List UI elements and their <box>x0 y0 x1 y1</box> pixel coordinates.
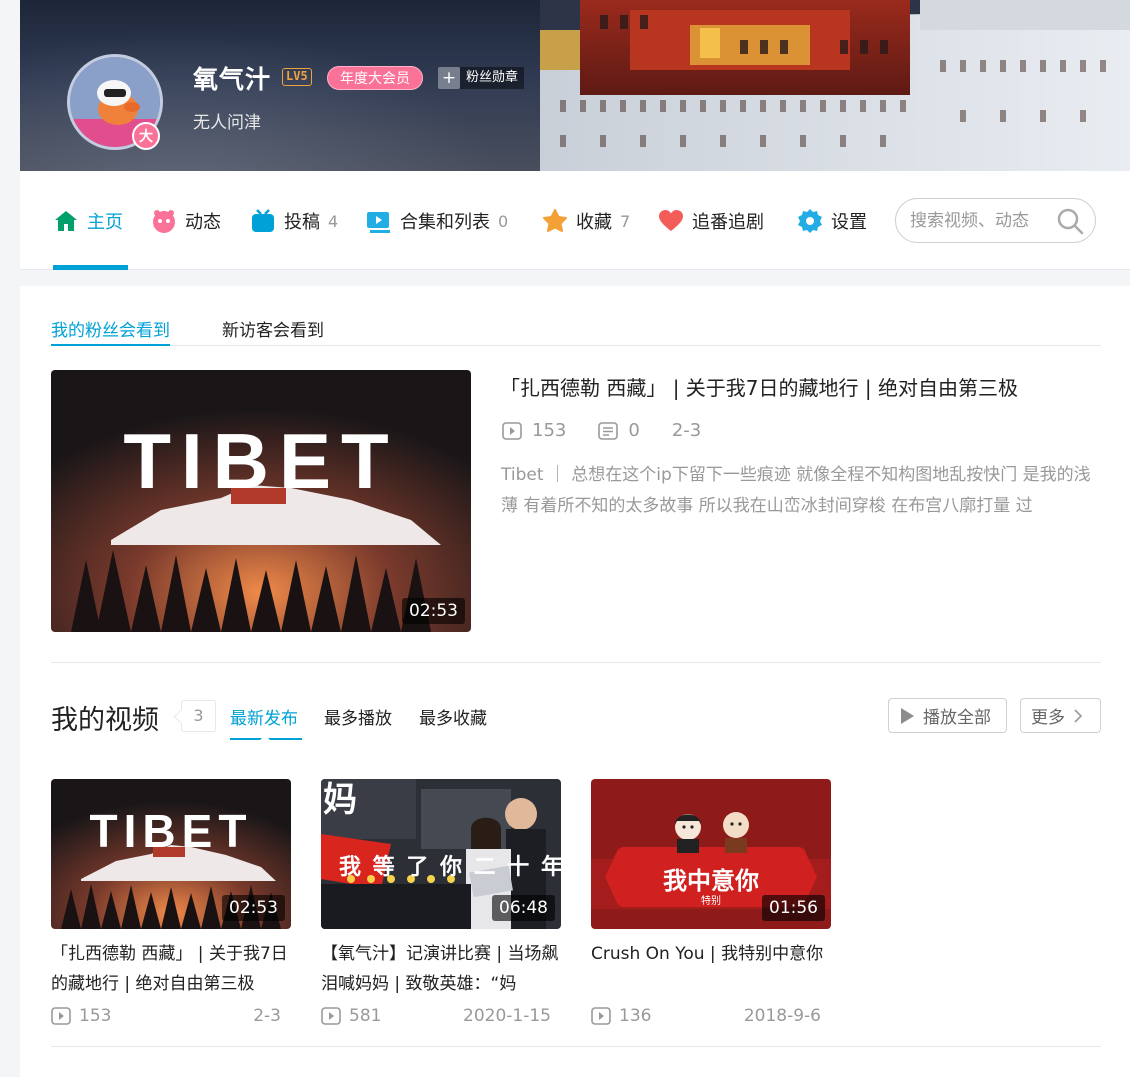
main-content: 我的粉丝会看到 新访客会看到 TIBET 02:53 「扎西德勒 西藏」 | 关… <box>20 286 1130 1077</box>
play-count-icon <box>502 421 522 440</box>
my-videos-count: 3 <box>181 700 216 732</box>
my-videos-title: 我的视频 <box>51 705 159 736</box>
search-icon[interactable] <box>1056 207 1084 235</box>
video-title[interactable]: 【氧气汁】记演讲比赛 | 当场飙泪喊妈妈 | 致敬英雄：“妈 <box>321 939 561 999</box>
tab-latest[interactable]: 最新发布 <box>230 704 302 740</box>
play-icon <box>901 707 914 724</box>
featured-tabs: 我的粉丝会看到 新访客会看到 <box>51 316 1101 346</box>
nav-settings[interactable]: 设置 <box>797 207 867 235</box>
featured-duration: 02:53 <box>402 598 465 624</box>
nav-upload-label: 投稿 <box>284 212 320 233</box>
nav-dynamic-label: 动态 <box>185 212 221 233</box>
comment-icon <box>598 421 619 440</box>
heart-icon <box>658 208 684 234</box>
nav-collections-label: 合集和列表 <box>400 212 490 233</box>
video-date: 2018-9-6 <box>743 1006 821 1026</box>
nav-bangumi-label: 追番追剧 <box>692 212 764 233</box>
nav-active-underline <box>53 265 128 270</box>
play-all-button[interactable]: 播放全部 <box>888 698 1007 733</box>
dynamic-icon <box>151 208 177 234</box>
video-duration: 01:56 <box>762 895 825 921</box>
featured-comments-value: 0 <box>628 420 640 441</box>
play-count-icon <box>591 1007 611 1025</box>
featured-plays-value: 153 <box>532 420 567 441</box>
space-search <box>895 198 1096 243</box>
vip-badge[interactable]: 年度大会员 <box>327 66 423 90</box>
user-signature[interactable]: 无人问津 <box>193 108 261 133</box>
section-divider <box>51 662 1101 663</box>
upload-tv-icon <box>250 208 276 234</box>
featured-meta: 153 0 2-3 <box>502 420 733 441</box>
video-thumb-text: 我中意你 <box>663 866 759 895</box>
tab-visitors-see[interactable]: 新访客会看到 <box>222 316 324 346</box>
profile-banner: 大 氧气汁 LV5 年度大会员 + 粉丝勋章 无人问津 <box>20 0 1130 171</box>
video-thumb-text: 我 等 了 你 二 十 年 <box>339 854 561 880</box>
avatar-vip-badge: 大 <box>132 122 160 150</box>
profile-nav: 主页 动态 投稿 4 合集和列表 0 收藏 7 追番追剧 设置 搜索视频、动态 <box>20 171 1130 270</box>
featured-comments: 0 <box>598 420 640 441</box>
collection-icon <box>366 208 392 234</box>
username: 氧气汁 <box>193 65 272 94</box>
video-thumbnail[interactable]: TIBET 02:53 <box>51 779 291 929</box>
nav-settings-label: 设置 <box>831 212 867 233</box>
nav-home-label: 主页 <box>87 212 123 233</box>
video-thumbnail[interactable]: 我中意你 特别 01:56 <box>591 779 831 929</box>
search-input[interactable] <box>910 209 1050 233</box>
featured-video-thumbnail[interactable]: TIBET 02:53 <box>51 370 471 632</box>
play-count-icon <box>51 1007 71 1025</box>
banner-palace-image <box>540 0 1130 171</box>
video-plays: 153 <box>79 1006 112 1026</box>
featured-video-title[interactable]: 「扎西德勒 西藏」 | 关于我7日的藏地行 | 绝对自由第三极 <box>500 372 1018 401</box>
featured-plays: 153 <box>502 420 566 441</box>
tab-most-favorited[interactable]: 最多收藏 <box>419 704 487 740</box>
star-icon <box>542 208 568 234</box>
video-meta: 136 2018-9-6 <box>591 1003 831 1029</box>
nav-collections-count: 0 <box>498 211 509 231</box>
video-meta: 153 2-3 <box>51 1003 291 1029</box>
tab-most-played[interactable]: 最多播放 <box>324 704 392 740</box>
video-duration: 06:48 <box>492 895 555 921</box>
video-meta: 581 2020-1-15 <box>321 1003 561 1029</box>
play-all-label: 播放全部 <box>923 708 991 728</box>
video-card[interactable]: 我 等 了 你 二 十 年 妈 06:48 【氧气汁】记演讲比赛 | 当场飙泪喊… <box>321 779 561 1029</box>
featured-description: Tibet ｜ 总想在这个ip下留下一些痕迹 就像全程不知构图地乱按快门 是我的… <box>501 465 1091 516</box>
play-count-icon <box>321 1007 341 1025</box>
video-date: 2-3 <box>253 1006 281 1026</box>
more-button[interactable]: 更多 <box>1020 698 1101 733</box>
featured-date: 2-3 <box>671 420 702 441</box>
nav-favorites[interactable]: 收藏 7 <box>542 207 630 235</box>
nav-home[interactable]: 主页 <box>53 207 123 235</box>
video-card[interactable]: 我中意你 特别 01:56 Crush On You | 我特别中意你 136 … <box>591 779 831 1029</box>
level-badge: LV5 <box>282 68 312 86</box>
video-thumb-text: TIBET <box>90 805 253 857</box>
video-date: 2020-1-15 <box>463 1006 551 1026</box>
nav-dynamic[interactable]: 动态 <box>151 207 221 235</box>
home-icon <box>53 208 79 234</box>
video-title[interactable]: 「扎西德勒 西藏」 | 关于我7日的藏地行 | 绝对自由第三极 <box>51 939 291 999</box>
medal-plus-icon: + <box>438 67 460 89</box>
nav-favorites-label: 收藏 <box>576 212 612 233</box>
nav-collections[interactable]: 合集和列表 0 <box>366 207 508 235</box>
video-thumb-text-mama: 妈 <box>323 780 357 820</box>
nav-favorites-count: 7 <box>620 211 631 231</box>
video-thumbnail[interactable]: 我 等 了 你 二 十 年 妈 06:48 <box>321 779 561 929</box>
nav-upload[interactable]: 投稿 4 <box>250 207 338 235</box>
tab-fans-see[interactable]: 我的粉丝会看到 <box>51 316 170 346</box>
video-plays: 136 <box>619 1006 652 1026</box>
section-divider-bottom <box>51 1046 1101 1047</box>
video-duration: 02:53 <box>222 895 285 921</box>
featured-thumb-text: TIBET <box>123 417 398 505</box>
video-title[interactable]: Crush On You | 我特别中意你 <box>591 939 831 999</box>
video-thumb-text-special: 特别 <box>701 895 721 907</box>
video-card[interactable]: TIBET 02:53 「扎西德勒 西藏」 | 关于我7日的藏地行 | 绝对自由… <box>51 779 291 1029</box>
chevron-right-icon <box>1074 708 1083 723</box>
fan-medal[interactable]: + 粉丝勋章 <box>438 66 525 90</box>
nav-upload-count: 4 <box>328 211 339 231</box>
medal-label: 粉丝勋章 <box>460 67 525 89</box>
gear-icon <box>797 208 823 234</box>
nav-bangumi[interactable]: 追番追剧 <box>658 207 764 235</box>
video-plays: 581 <box>349 1006 382 1026</box>
more-label: 更多 <box>1031 708 1065 728</box>
